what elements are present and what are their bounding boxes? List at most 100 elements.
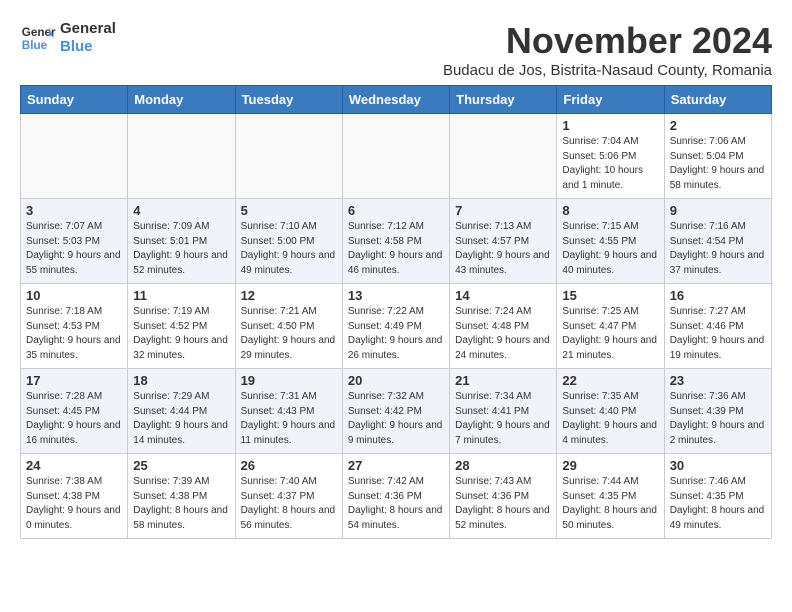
day-of-week-header: Saturday <box>664 86 771 114</box>
day-info: Sunrise: 7:32 AM Sunset: 4:42 PM Dayligh… <box>348 390 444 448</box>
calendar-cell: 21 Sunrise: 7:34 AM Sunset: 4:41 PM Dayli… <box>450 369 557 454</box>
day-info: Sunrise: 7:15 AM Sunset: 4:55 PM Dayligh… <box>562 220 658 278</box>
day-number: 13 <box>348 288 444 303</box>
day-info: Sunrise: 7:24 AM Sunset: 4:48 PM Dayligh… <box>455 305 551 363</box>
calendar-cell: 28 Sunrise: 7:43 AM Sunset: 4:36 PM Dayli… <box>450 454 557 539</box>
day-number: 24 <box>26 458 122 473</box>
day-number: 17 <box>26 373 122 388</box>
main-title: November 2024 <box>443 20 772 62</box>
day-number: 15 <box>562 288 658 303</box>
day-info: Sunrise: 7:07 AM Sunset: 5:03 PM Dayligh… <box>26 220 122 278</box>
day-info: Sunrise: 7:31 AM Sunset: 4:43 PM Dayligh… <box>241 390 337 448</box>
day-info: Sunrise: 7:12 AM Sunset: 4:58 PM Dayligh… <box>348 220 444 278</box>
day-info: Sunrise: 7:16 AM Sunset: 4:54 PM Dayligh… <box>670 220 766 278</box>
day-info: Sunrise: 7:25 AM Sunset: 4:47 PM Dayligh… <box>562 305 658 363</box>
day-number: 3 <box>26 203 122 218</box>
calendar-cell: 1Sunrise: 7:04 AM Sunset: 5:06 PM Daylig… <box>557 114 664 199</box>
day-of-week-header: Thursday <box>450 86 557 114</box>
day-info: Sunrise: 7:04 AM Sunset: 5:06 PM Dayligh… <box>562 135 658 193</box>
day-number: 9 <box>670 203 766 218</box>
calendar-cell <box>128 114 235 199</box>
calendar-cell: 25Sunrise: 7:39 AM Sunset: 4:38 PM Dayli… <box>128 454 235 539</box>
day-of-week-header: Tuesday <box>235 86 342 114</box>
calendar: SundayMondayTuesdayWednesdayThursdayFrid… <box>20 85 772 539</box>
calendar-cell: 2 Sunrise: 7:06 AM Sunset: 5:04 PM Daylig… <box>664 114 771 199</box>
logo-line2: Blue <box>60 38 116 56</box>
day-of-week-header: Friday <box>557 86 664 114</box>
calendar-cell: 26 Sunrise: 7:40 AM Sunset: 4:37 PM Dayli… <box>235 454 342 539</box>
day-number: 26 <box>241 458 337 473</box>
calendar-cell: 8 Sunrise: 7:15 AM Sunset: 4:55 PM Daylig… <box>557 199 664 284</box>
day-info: Sunrise: 7:40 AM Sunset: 4:37 PM Dayligh… <box>241 475 337 533</box>
calendar-cell: 19Sunrise: 7:31 AM Sunset: 4:43 PM Dayli… <box>235 369 342 454</box>
calendar-cell: 10 Sunrise: 7:18 AM Sunset: 4:53 PM Dayli… <box>21 284 128 369</box>
day-info: Sunrise: 7:34 AM Sunset: 4:41 PM Dayligh… <box>455 390 551 448</box>
calendar-cell: 9 Sunrise: 7:16 AM Sunset: 4:54 PM Daylig… <box>664 199 771 284</box>
day-info: Sunrise: 7:42 AM Sunset: 4:36 PM Dayligh… <box>348 475 444 533</box>
calendar-cell: 7Sunrise: 7:13 AM Sunset: 4:57 PM Daylig… <box>450 199 557 284</box>
calendar-cell: 30Sunrise: 7:46 AM Sunset: 4:35 PM Dayli… <box>664 454 771 539</box>
calendar-cell: 18Sunrise: 7:29 AM Sunset: 4:44 PM Dayli… <box>128 369 235 454</box>
logo-line1: General <box>60 20 116 38</box>
day-number: 8 <box>562 203 658 218</box>
calendar-week-row: 10 Sunrise: 7:18 AM Sunset: 4:53 PM Dayli… <box>21 284 772 369</box>
day-number: 4 <box>133 203 229 218</box>
calendar-cell: 4 Sunrise: 7:09 AM Sunset: 5:01 PM Daylig… <box>128 199 235 284</box>
day-number: 30 <box>670 458 766 473</box>
calendar-cell: 20Sunrise: 7:32 AM Sunset: 4:42 PM Dayli… <box>342 369 449 454</box>
calendar-cell: 22 Sunrise: 7:35 AM Sunset: 4:40 PM Dayli… <box>557 369 664 454</box>
day-number: 14 <box>455 288 551 303</box>
day-info: Sunrise: 7:09 AM Sunset: 5:01 PM Dayligh… <box>133 220 229 278</box>
calendar-cell: 3 Sunrise: 7:07 AM Sunset: 5:03 PM Daylig… <box>21 199 128 284</box>
calendar-cell: 24 Sunrise: 7:38 AM Sunset: 4:38 PM Dayli… <box>21 454 128 539</box>
day-info: Sunrise: 7:18 AM Sunset: 4:53 PM Dayligh… <box>26 305 122 363</box>
day-info: Sunrise: 7:43 AM Sunset: 4:36 PM Dayligh… <box>455 475 551 533</box>
day-info: Sunrise: 7:22 AM Sunset: 4:49 PM Dayligh… <box>348 305 444 363</box>
day-info: Sunrise: 7:36 AM Sunset: 4:39 PM Dayligh… <box>670 390 766 448</box>
day-info: Sunrise: 7:19 AM Sunset: 4:52 PM Dayligh… <box>133 305 229 363</box>
day-info: Sunrise: 7:06 AM Sunset: 5:04 PM Dayligh… <box>670 135 766 193</box>
calendar-cell: 16Sunrise: 7:27 AM Sunset: 4:46 PM Dayli… <box>664 284 771 369</box>
calendar-cell: 13 Sunrise: 7:22 AM Sunset: 4:49 PM Dayli… <box>342 284 449 369</box>
calendar-week-row: 24 Sunrise: 7:38 AM Sunset: 4:38 PM Dayli… <box>21 454 772 539</box>
calendar-header: SundayMondayTuesdayWednesdayThursdayFrid… <box>21 86 772 114</box>
calendar-cell <box>235 114 342 199</box>
calendar-cell <box>21 114 128 199</box>
day-number: 28 <box>455 458 551 473</box>
day-info: Sunrise: 7:44 AM Sunset: 4:35 PM Dayligh… <box>562 475 658 533</box>
day-number: 7 <box>455 203 551 218</box>
day-number: 10 <box>26 288 122 303</box>
day-number: 2 <box>670 118 766 133</box>
day-info: Sunrise: 7:38 AM Sunset: 4:38 PM Dayligh… <box>26 475 122 533</box>
day-info: Sunrise: 7:21 AM Sunset: 4:50 PM Dayligh… <box>241 305 337 363</box>
calendar-cell: 14 Sunrise: 7:24 AM Sunset: 4:48 PM Dayli… <box>450 284 557 369</box>
calendar-cell: 29 Sunrise: 7:44 AM Sunset: 4:35 PM Dayli… <box>557 454 664 539</box>
calendar-week-row: 17 Sunrise: 7:28 AM Sunset: 4:45 PM Dayli… <box>21 369 772 454</box>
calendar-week-row: 3 Sunrise: 7:07 AM Sunset: 5:03 PM Daylig… <box>21 199 772 284</box>
calendar-cell: 23Sunrise: 7:36 AM Sunset: 4:39 PM Dayli… <box>664 369 771 454</box>
day-number: 29 <box>562 458 658 473</box>
day-number: 25 <box>133 458 229 473</box>
day-number: 27 <box>348 458 444 473</box>
day-info: Sunrise: 7:10 AM Sunset: 5:00 PM Dayligh… <box>241 220 337 278</box>
day-of-week-header: Sunday <box>21 86 128 114</box>
title-block: November 2024 Budacu de Jos, Bistrita-Na… <box>443 20 772 79</box>
day-number: 5 <box>241 203 337 218</box>
day-number: 12 <box>241 288 337 303</box>
calendar-cell: 12 Sunrise: 7:21 AM Sunset: 4:50 PM Dayli… <box>235 284 342 369</box>
day-of-week-header: Wednesday <box>342 86 449 114</box>
day-info: Sunrise: 7:35 AM Sunset: 4:40 PM Dayligh… <box>562 390 658 448</box>
day-of-week-header: Monday <box>128 86 235 114</box>
calendar-cell <box>342 114 449 199</box>
svg-text:Blue: Blue <box>22 39 48 52</box>
day-number: 21 <box>455 373 551 388</box>
calendar-body: 1Sunrise: 7:04 AM Sunset: 5:06 PM Daylig… <box>21 114 772 539</box>
day-info: Sunrise: 7:28 AM Sunset: 4:45 PM Dayligh… <box>26 390 122 448</box>
calendar-cell: 27 Sunrise: 7:42 AM Sunset: 4:36 PM Dayli… <box>342 454 449 539</box>
day-number: 18 <box>133 373 229 388</box>
day-number: 11 <box>133 288 229 303</box>
logo-icon: General Blue <box>20 20 56 56</box>
logo: General Blue General Blue <box>20 20 116 56</box>
day-number: 22 <box>562 373 658 388</box>
day-number: 16 <box>670 288 766 303</box>
